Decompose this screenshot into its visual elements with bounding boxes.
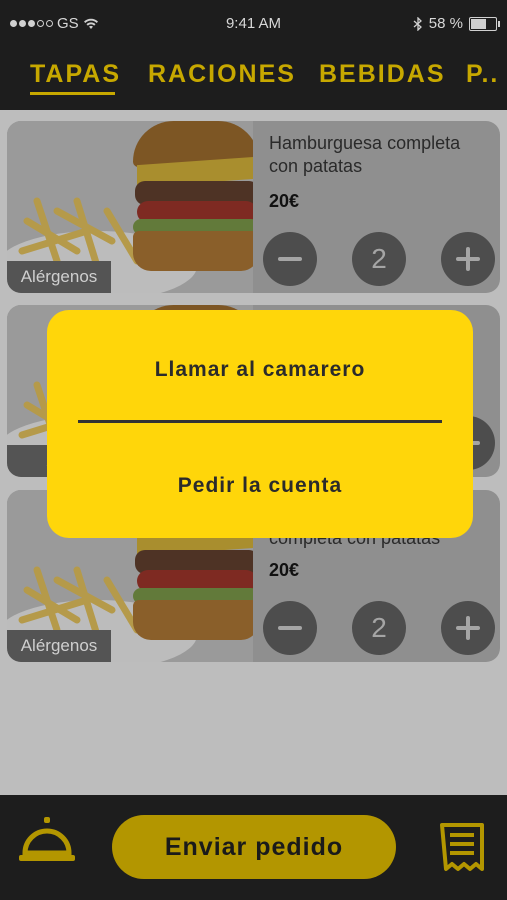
decrease-quantity-button[interactable] [263, 601, 317, 655]
tab-raciones[interactable]: RACIONES [148, 60, 296, 89]
quantity-value: 2 [352, 601, 406, 655]
product-price: 20€ [269, 191, 300, 211]
increase-quantity-button[interactable] [441, 232, 495, 286]
battery-percent: 58 % [428, 15, 463, 32]
category-tabs: TAPAS RACIONES BEBIDAS P.. [0, 46, 507, 110]
request-bill-option[interactable]: Pedir la cuenta [47, 474, 473, 498]
allergens-button[interactable]: Alérgenos [7, 261, 111, 293]
product-image: Alérgenos [7, 121, 253, 293]
action-dialog: Llamar al camarero Pedir la cuenta [47, 310, 473, 538]
receipt-icon[interactable] [438, 823, 486, 875]
call-waiter-option[interactable]: Llamar al camarero [47, 358, 473, 382]
battery-area: 58 % [413, 15, 500, 32]
tab-more[interactable]: P.. [466, 60, 499, 89]
product-price: 20€ [269, 560, 300, 580]
decrease-quantity-button[interactable] [263, 232, 317, 286]
allergens-button[interactable]: Alérgenos [7, 630, 111, 662]
product-name: Hamburguesa completa con patatas [269, 133, 461, 176]
status-bar: GS 9:41 AM 58 % [0, 0, 507, 46]
tab-tapas[interactable]: TAPAS [30, 60, 121, 95]
battery-icon [469, 16, 500, 31]
quantity-value: 2 [352, 232, 406, 286]
send-order-button[interactable]: Enviar pedido [112, 815, 396, 879]
call-waiter-bell-icon[interactable] [17, 815, 77, 867]
tab-bebidas[interactable]: BEBIDAS [319, 60, 446, 89]
product-card: Alérgenos Hamburguesa completa con patat… [7, 121, 500, 293]
increase-quantity-button[interactable] [441, 601, 495, 655]
bluetooth-icon [413, 16, 422, 31]
dialog-divider [78, 420, 442, 423]
bottom-bar: Enviar pedido [0, 795, 507, 900]
